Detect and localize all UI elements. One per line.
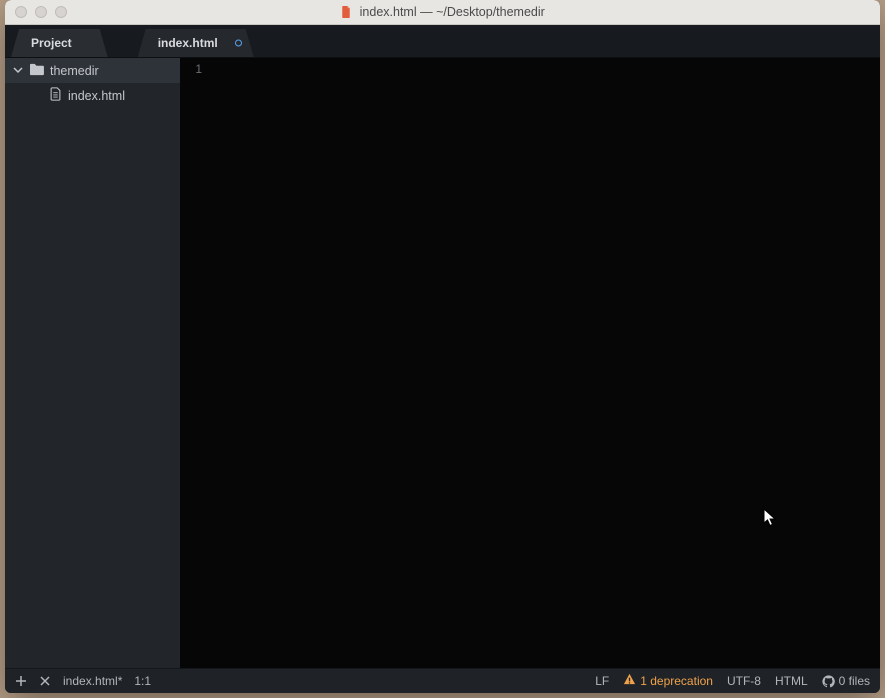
- modified-indicator-icon[interactable]: [235, 40, 242, 47]
- html-file-icon: [340, 6, 352, 18]
- status-git-text: 0 files: [839, 674, 870, 688]
- tree-folder-label: themedir: [50, 64, 99, 78]
- status-language[interactable]: HTML: [775, 674, 808, 688]
- tree-file-label: index.html: [68, 89, 125, 103]
- window-title-text: index.html — ~/Desktop/themedir: [360, 5, 545, 19]
- tree-folder-themedir[interactable]: themedir: [5, 58, 180, 83]
- titlebar: index.html — ~/Desktop/themedir: [5, 0, 880, 25]
- tab-file[interactable]: index.html: [138, 29, 254, 57]
- line-gutter: 1: [180, 58, 212, 668]
- document-icon: [49, 87, 62, 104]
- status-git[interactable]: 0 files: [822, 674, 870, 688]
- github-icon: [822, 675, 835, 688]
- main-area: themedir index.html 1: [5, 58, 880, 668]
- editor[interactable]: 1: [180, 58, 880, 668]
- chevron-down-icon: [13, 64, 23, 78]
- status-deprecation[interactable]: 1 deprecation: [623, 673, 713, 689]
- tab-file-label: index.html: [158, 36, 218, 50]
- status-deprecation-text: 1 deprecation: [640, 674, 713, 688]
- project-sidebar[interactable]: themedir index.html: [5, 58, 180, 668]
- status-bar: index.html* 1:1 LF 1 deprecation UTF-8 H…: [5, 668, 880, 693]
- app-window: index.html — ~/Desktop/themedir Project …: [5, 0, 880, 693]
- zoom-window-button[interactable]: [55, 6, 67, 18]
- traffic-lights: [15, 6, 67, 18]
- tree-file-index[interactable]: index.html: [5, 83, 180, 108]
- close-file-button[interactable]: [39, 675, 51, 687]
- close-window-button[interactable]: [15, 6, 27, 18]
- status-line-ending[interactable]: LF: [595, 674, 609, 688]
- minimize-window-button[interactable]: [35, 6, 47, 18]
- warning-icon: [623, 673, 636, 689]
- status-cursor-position[interactable]: 1:1: [134, 674, 151, 688]
- folder-icon: [29, 63, 44, 79]
- code-area[interactable]: [212, 58, 880, 668]
- tab-bar: Project index.html: [5, 25, 880, 58]
- line-number: 1: [180, 62, 202, 76]
- status-file-name[interactable]: index.html*: [63, 674, 122, 688]
- tab-project-label: Project: [31, 36, 72, 50]
- tab-project[interactable]: Project: [11, 29, 108, 57]
- new-file-button[interactable]: [15, 675, 27, 687]
- window-title: index.html — ~/Desktop/themedir: [5, 5, 880, 19]
- status-encoding[interactable]: UTF-8: [727, 674, 761, 688]
